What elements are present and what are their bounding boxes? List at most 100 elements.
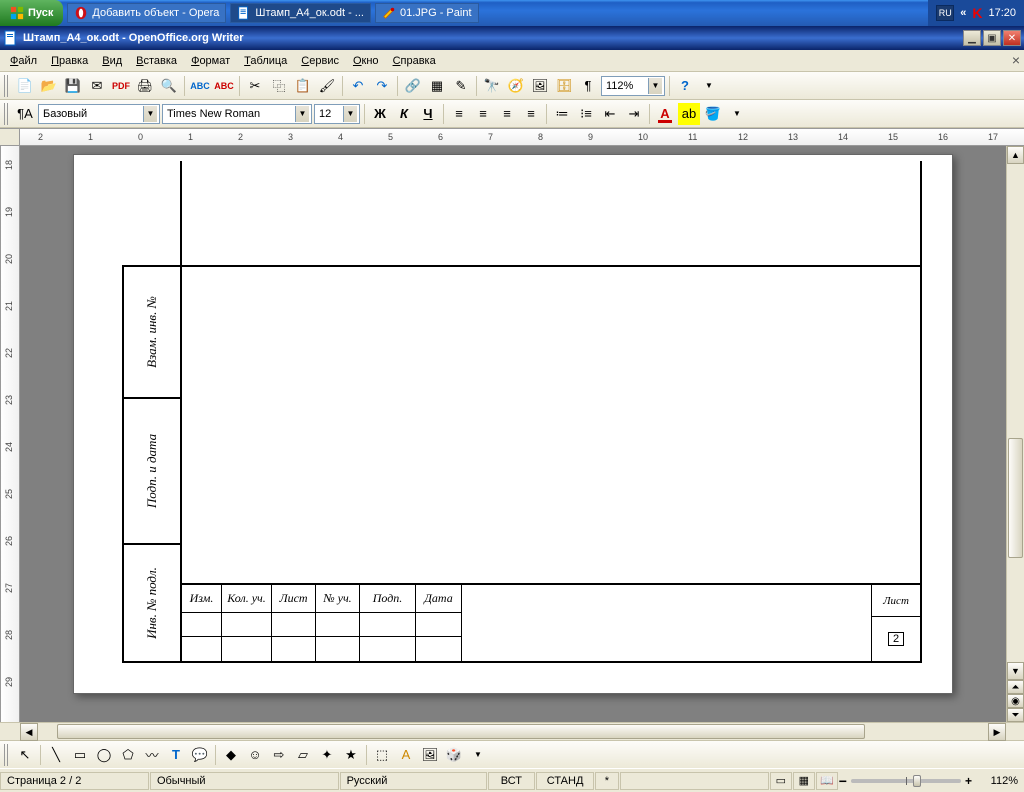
scroll-thumb-h[interactable]: [57, 724, 865, 739]
find-button[interactable]: 🔭: [481, 75, 503, 97]
align-right-button[interactable]: ≡: [496, 103, 518, 125]
fontwork-tool[interactable]: A: [395, 744, 417, 766]
close-button[interactable]: ✕: [1003, 30, 1021, 46]
lang-indicator[interactable]: RU: [936, 5, 954, 21]
from-file-tool[interactable]: 🖼: [419, 744, 441, 766]
maximize-button[interactable]: ▣: [983, 30, 1001, 46]
ellipse-tool[interactable]: ◯: [93, 744, 115, 766]
curve-tool[interactable]: 〰: [141, 744, 163, 766]
zoom-slider[interactable]: [851, 779, 961, 783]
copy-button[interactable]: ⿻: [268, 75, 290, 97]
new-button[interactable]: 📄: [14, 75, 36, 97]
status-selmode[interactable]: СТАНД: [536, 772, 594, 790]
taskbar-item-paint[interactable]: 01.JPG - Paint: [375, 3, 479, 23]
draw-button[interactable]: ✎: [450, 75, 472, 97]
toolbar-grip[interactable]: [4, 103, 10, 125]
clock[interactable]: 17:20: [988, 7, 1016, 19]
pdf-button[interactable]: PDF: [110, 75, 132, 97]
preview-button[interactable]: 🔍: [158, 75, 180, 97]
nav-button[interactable]: ◉: [1007, 694, 1024, 708]
zoom-combo[interactable]: 112% ▼: [601, 76, 665, 96]
styles-button[interactable]: ¶A: [14, 103, 36, 125]
tray-expand-icon[interactable]: «: [960, 7, 966, 19]
callout-shapes-tool[interactable]: ✦: [316, 744, 338, 766]
toolbar-dropdown[interactable]: ▼: [698, 75, 720, 97]
text-tool[interactable]: T: [165, 744, 187, 766]
scrollbar-vertical[interactable]: ▲ ▼ ⏶ ◉ ⏷: [1006, 146, 1024, 722]
menu-format[interactable]: Формат: [185, 53, 236, 69]
window-titlebar[interactable]: Штамп_А4_ок.odt - OpenOffice.org Writer …: [0, 26, 1024, 50]
line-tool[interactable]: ╲: [45, 744, 67, 766]
bgcolor-button[interactable]: 🪣: [702, 103, 724, 125]
view-book-button[interactable]: 📖: [816, 772, 838, 790]
email-button[interactable]: ✉: [86, 75, 108, 97]
zoom-out-button[interactable]: −: [839, 773, 847, 789]
font-combo[interactable]: Times New Roman▼: [162, 104, 312, 124]
toolbar-grip[interactable]: [4, 75, 10, 97]
highlight-button[interactable]: ab: [678, 103, 700, 125]
save-button[interactable]: 💾: [62, 75, 84, 97]
select-tool[interactable]: ↖: [14, 744, 36, 766]
help-button[interactable]: ?: [674, 75, 696, 97]
align-left-button[interactable]: ≡: [448, 103, 470, 125]
view-single-button[interactable]: ▭: [770, 772, 792, 790]
table-button[interactable]: ▦: [426, 75, 448, 97]
status-style[interactable]: Обычный: [150, 772, 339, 790]
bold-button[interactable]: Ж: [369, 103, 391, 125]
style-combo[interactable]: Базовый▼: [38, 104, 160, 124]
ruler-horizontal[interactable]: 2101234567891011121314151617: [0, 128, 1024, 146]
kaspersky-icon[interactable]: K: [972, 5, 982, 21]
zoom-value[interactable]: 112%: [976, 775, 1018, 787]
scrollbar-horizontal[interactable]: ◀ ▶: [0, 722, 1024, 740]
align-justify-button[interactable]: ≡: [520, 103, 542, 125]
menu-edit[interactable]: Правка: [45, 53, 94, 69]
menu-tools[interactable]: Сервис: [295, 53, 345, 69]
polygon-tool[interactable]: ⬠: [117, 744, 139, 766]
view-multi-button[interactable]: ▦: [793, 772, 815, 790]
status-insert[interactable]: ВСТ: [488, 772, 536, 790]
points-tool[interactable]: ⬚: [371, 744, 393, 766]
symbol-shapes-tool[interactable]: ☺: [244, 744, 266, 766]
taskbar-item-opera[interactable]: Добавить объект - Opera: [67, 3, 226, 23]
fontsize-combo[interactable]: 12▼: [314, 104, 360, 124]
hyperlink-button[interactable]: 🔗: [402, 75, 424, 97]
autocheck-button[interactable]: ABC: [213, 75, 235, 97]
scroll-left-button[interactable]: ◀: [20, 723, 38, 741]
open-button[interactable]: 📂: [38, 75, 60, 97]
underline-button[interactable]: Ч: [417, 103, 439, 125]
status-page[interactable]: Страница 2 / 2: [0, 772, 149, 790]
navigator-button[interactable]: 🧭: [505, 75, 527, 97]
callout-tool[interactable]: 💬: [189, 744, 211, 766]
scroll-thumb-v[interactable]: [1008, 438, 1023, 558]
menu-view[interactable]: Вид: [96, 53, 128, 69]
fontcolor-button[interactable]: A: [654, 103, 676, 125]
star-shapes-tool[interactable]: ★: [340, 744, 362, 766]
rect-tool[interactable]: ▭: [69, 744, 91, 766]
zoom-in-button[interactable]: +: [965, 774, 972, 788]
menu-insert[interactable]: Вставка: [130, 53, 183, 69]
scroll-down-button[interactable]: ▼: [1007, 662, 1024, 680]
zoom-slider-thumb[interactable]: [913, 775, 921, 787]
indent-dec-button[interactable]: ⇤: [599, 103, 621, 125]
undo-button[interactable]: ↶: [347, 75, 369, 97]
minimize-button[interactable]: ▁: [963, 30, 981, 46]
menu-help[interactable]: Справка: [387, 53, 442, 69]
print-button[interactable]: 🖨: [134, 75, 156, 97]
doc-close-button[interactable]: ×: [1012, 52, 1020, 68]
scroll-up-button[interactable]: ▲: [1007, 146, 1024, 164]
toolbar-dropdown[interactable]: ▼: [726, 103, 748, 125]
extrude-tool[interactable]: 🎲: [443, 744, 465, 766]
nonprint-button[interactable]: ¶: [577, 75, 599, 97]
flowchart-tool[interactable]: ▱: [292, 744, 314, 766]
numbering-button[interactable]: ≔: [551, 103, 573, 125]
status-lang[interactable]: Русский: [340, 772, 487, 790]
bullets-button[interactable]: ⁝≡: [575, 103, 597, 125]
toolbar-grip[interactable]: [4, 744, 10, 766]
prev-page-button[interactable]: ⏶: [1007, 680, 1024, 694]
menu-file[interactable]: Файл: [4, 53, 43, 69]
next-page-button[interactable]: ⏷: [1007, 708, 1024, 722]
scroll-right-button[interactable]: ▶: [988, 723, 1006, 741]
cut-button[interactable]: ✂: [244, 75, 266, 97]
italic-button[interactable]: К: [393, 103, 415, 125]
menu-table[interactable]: Таблица: [238, 53, 293, 69]
